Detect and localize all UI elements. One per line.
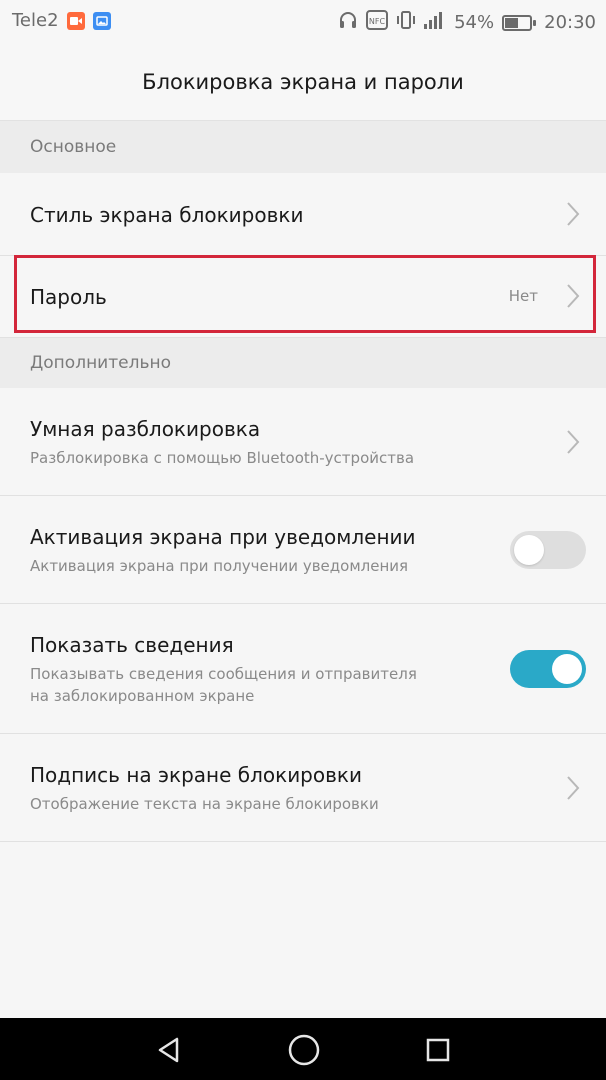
toggle-knob	[514, 535, 544, 565]
navigation-bar	[0, 1018, 606, 1080]
section-header-main: Основное	[0, 121, 606, 173]
chevron-right-icon	[567, 202, 580, 226]
nfc-icon: NFC	[366, 10, 389, 35]
row-lock-screen-signature[interactable]: Подпись на экране блокировки Отображение…	[0, 734, 606, 842]
clock: 20:30	[544, 12, 596, 33]
section-header-additional: Дополнительно	[0, 338, 606, 388]
status-right: NFC 54% 20:30	[338, 10, 596, 35]
home-button[interactable]	[284, 1030, 324, 1070]
row-subtitle-line: Показывать сведения сообщения и отправит…	[30, 665, 417, 683]
row-label: Стиль экрана блокировки	[30, 203, 304, 227]
chevron-right-icon	[567, 776, 580, 800]
row-subtitle: Активация экрана при получении уведомлен…	[30, 557, 409, 575]
back-button[interactable]	[150, 1030, 190, 1070]
nfc-label: NFC	[369, 17, 386, 26]
row-subtitle: Показывать сведения сообщения и отправит…	[30, 663, 496, 707]
row-wake-on-notification[interactable]: Активация экрана при уведомлении Активац…	[0, 496, 606, 604]
chevron-right-icon	[567, 284, 580, 308]
recents-icon	[426, 1038, 450, 1062]
page-title: Блокировка экрана и пароли	[142, 70, 464, 94]
section-title: Дополнительно	[30, 353, 171, 373]
row-smart-unlock[interactable]: Умная разблокировка Разблокировка с помо…	[0, 388, 606, 496]
row-subtitle: Отображение текста на экране блокировки	[30, 795, 379, 813]
status-bar: Tele2 NFC 54% 20:30	[0, 0, 606, 44]
status-left: Tele2	[12, 10, 111, 31]
battery-icon	[502, 14, 537, 31]
row-label: Умная разблокировка	[30, 417, 261, 441]
row-subtitle-line: на заблокированном экране	[30, 687, 255, 705]
wake-on-notification-toggle[interactable]	[510, 531, 586, 569]
show-details-toggle[interactable]	[510, 650, 586, 688]
password-value: Нет	[508, 287, 538, 305]
row-password[interactable]: Пароль Нет	[0, 256, 606, 338]
signal-icon	[424, 11, 446, 34]
vibrate-icon	[396, 10, 416, 35]
home-icon	[288, 1034, 320, 1066]
battery-percent: 54%	[454, 12, 495, 33]
row-label: Подпись на экране блокировки	[30, 763, 362, 787]
chevron-right-icon	[567, 430, 580, 454]
row-label: Пароль	[30, 285, 107, 309]
section-title: Основное	[30, 137, 117, 157]
carrier-name: Tele2	[12, 10, 59, 31]
back-icon	[158, 1037, 179, 1063]
gallery-icon	[92, 11, 111, 30]
toggle-knob	[552, 654, 582, 684]
recents-button[interactable]	[418, 1030, 458, 1070]
row-lock-screen-style[interactable]: Стиль экрана блокировки	[0, 173, 606, 256]
screen-recorder-icon	[66, 11, 85, 30]
title-bar: Блокировка экрана и пароли	[0, 44, 606, 121]
row-subtitle: Разблокировка с помощью Bluetooth-устрой…	[30, 449, 415, 467]
row-label: Показать сведения	[30, 633, 234, 657]
row-show-details[interactable]: Показать сведения Показывать сведения со…	[0, 604, 606, 734]
headphones-icon	[338, 10, 358, 35]
row-label: Активация экрана при уведомлении	[30, 525, 416, 549]
